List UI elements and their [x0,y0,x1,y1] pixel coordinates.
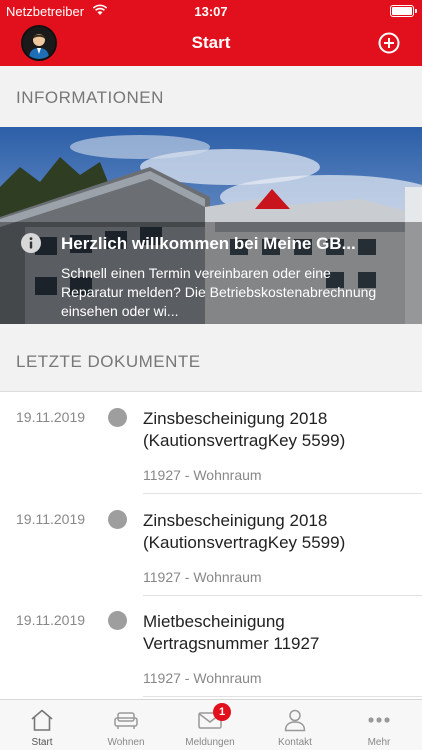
status-dot-icon [108,510,127,529]
status-bar: Netzbetreiber 13:07 [0,0,422,22]
tab-meldungen[interactable]: 1 Meldungen [168,700,252,750]
page-title: Start [191,33,231,52]
battery-icon [390,5,417,17]
document-date: 19.11.2019 [16,612,86,628]
notification-badge: 1 [213,703,231,721]
document-title: Zinsbescheinigung 2018 (KautionsvertragK… [143,511,346,552]
person-icon [284,709,306,732]
tab-label: Meldungen [185,737,235,748]
document-title: Mietbescheinigung Vertragsnummer 11927 [143,612,320,653]
tab-start[interactable]: Start [0,700,84,750]
document-subtitle: 11927 - Wohnraum [143,670,262,686]
add-icon[interactable] [378,32,400,54]
section-title-letzte-dokumente: LETZTE DOKUMENTE [16,352,201,371]
tab-bar: Start Wohnen 1 Meldungen Kontakt Mehr [0,699,422,750]
document-item[interactable]: 19.11.2019 Zinsbescheinigung 2018 (Kauti… [0,494,422,596]
documents-list: 19.11.2019 Zinsbescheinigung 2018 (Kauti… [0,391,422,699]
tab-label: Start [31,737,53,748]
tab-label: Mehr [367,737,391,748]
info-icon [21,233,41,253]
tab-kontakt[interactable]: Kontakt [253,700,337,750]
banner-title: Herzlich willkommen bei Meine GB... [61,234,356,253]
sofa-icon [114,712,138,729]
document-title: Zinsbescheinigung 2018 (KautionsvertragK… [143,409,346,450]
tab-wohnen[interactable]: Wohnen [84,700,168,750]
status-dot-icon [108,408,127,427]
section-title-informationen: INFORMATIONEN [16,88,164,107]
home-icon [31,709,53,731]
document-item[interactable]: 19.11.2019 Zinsbescheinigung 2018 (Kauti… [0,392,422,494]
banner-text: Schnell einen Termin vereinbaren oder ei… [61,265,377,319]
info-banner[interactable]: Herzlich willkommen bei Meine GB... Schn… [0,127,422,324]
tab-label: Wohnen [107,737,145,748]
tab-mehr[interactable]: Mehr [337,700,421,750]
document-date: 19.11.2019 [16,409,86,425]
divider [143,696,422,697]
document-subtitle: 11927 - Wohnraum [143,467,262,483]
tab-label: Kontakt [278,737,312,748]
more-icon [368,717,390,723]
app-header: Netzbetreiber 13:07 Start [0,0,422,66]
document-item[interactable]: 19.11.2019 Mietbescheinigung Vertragsnum… [0,595,422,697]
status-dot-icon [108,611,127,630]
document-date: 19.11.2019 [16,511,86,527]
status-time: 13:07 [194,4,228,19]
document-subtitle: 11927 - Wohnraum [143,569,262,585]
